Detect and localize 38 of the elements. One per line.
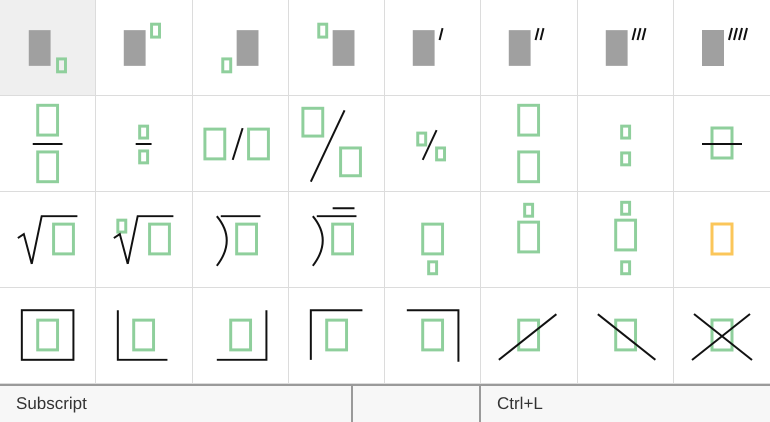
nth-root-icon: [114, 214, 174, 264]
underscript-icon: [421, 222, 444, 275]
quadruple-prime-icon: [702, 27, 748, 66]
structure-button[interactable]: [0, 288, 96, 384]
strikethrough-icon: [702, 126, 742, 159]
up-strike-icon: [498, 312, 558, 360]
structure-button[interactable]: [288, 192, 385, 288]
right-top-border-icon: [406, 308, 460, 362]
long-division-icon: [215, 214, 261, 266]
down-strike-icon: [596, 312, 656, 360]
structure-description: Subscript: [16, 393, 87, 416]
diagonal-fraction-icon: [301, 106, 362, 182]
small-slash-fraction-icon: [416, 129, 446, 161]
cross-strike-icon: [691, 312, 752, 360]
triple-prime-icon: [605, 27, 646, 66]
pre-subscript-icon: [220, 30, 258, 73]
placeholder-icon: [710, 222, 734, 255]
superscript-icon: [124, 22, 162, 66]
left-bottom-border-icon: [117, 310, 168, 360]
slash-fraction-icon: [202, 127, 270, 160]
prime-icon: [412, 27, 444, 66]
square-root-icon: [17, 214, 78, 264]
structure-button[interactable]: [96, 192, 192, 288]
subscript-icon: [28, 30, 67, 73]
fraction-icon: [32, 103, 62, 183]
overscript-icon: [517, 202, 540, 253]
pre-superscript-icon: [317, 22, 354, 66]
double-prime-icon: [509, 27, 545, 66]
stack-icon: [517, 103, 540, 183]
small-stack-icon: [620, 124, 631, 166]
long-division-overline-icon: [312, 206, 358, 266]
keyboard-shortcut: Ctrl+L: [497, 393, 543, 416]
over-under-script-icon: [614, 200, 637, 275]
left-top-border-icon: [310, 308, 362, 360]
box-enclosure-icon: [20, 308, 74, 360]
right-bottom-border-icon: [216, 310, 267, 360]
structure-button[interactable]: [0, 192, 96, 288]
small-fraction-icon: [136, 124, 152, 164]
